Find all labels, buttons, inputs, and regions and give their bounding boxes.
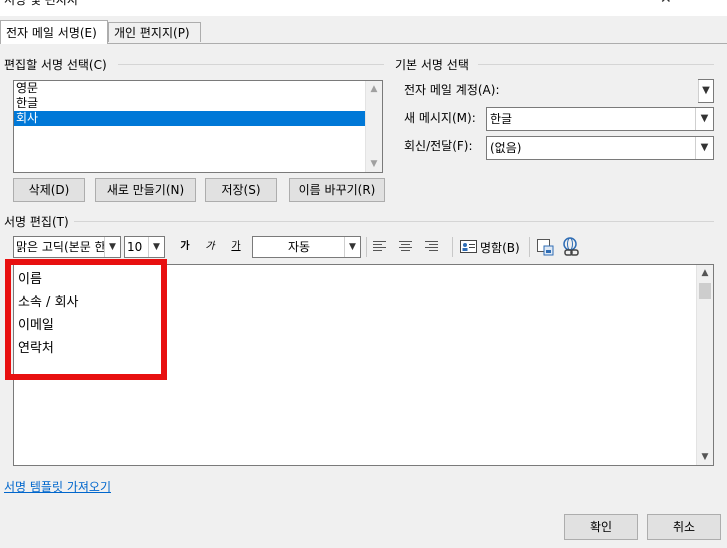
list-item[interactable]: 한글 xyxy=(14,96,382,111)
business-card-icon xyxy=(460,240,477,253)
scroll-up-icon[interactable]: ▲ xyxy=(697,265,713,281)
signature-templates-link[interactable]: 서명 템플릿 가져오기 xyxy=(4,478,111,495)
scroll-thumb[interactable] xyxy=(699,283,711,299)
italic-button[interactable]: 가 xyxy=(201,237,219,257)
replies-label: 회신/전달(F): xyxy=(404,139,473,153)
new-messages-select[interactable]: 한글 ▼ xyxy=(486,107,714,131)
bold-button[interactable]: 가 xyxy=(176,237,194,257)
editor-scrollbar[interactable]: ▲ ▼ xyxy=(696,265,713,465)
font-size-value: 10 xyxy=(127,240,143,254)
toolbar-divider xyxy=(366,237,367,257)
delete-button[interactable]: 삭제(D) xyxy=(13,178,85,202)
tab-personal-stationery-label: 개인 편지지(P) xyxy=(114,26,190,40)
tab-email-signature-label: 전자 메일 서명(E) xyxy=(6,26,97,40)
window-title: 서명 및 편지지 xyxy=(4,0,78,7)
scroll-down-icon[interactable]: ▼ xyxy=(366,156,382,172)
edit-group-separator xyxy=(118,64,384,65)
align-left-icon[interactable] xyxy=(372,240,387,252)
toolbar-divider xyxy=(529,237,530,257)
edit-group-label: 편집할 서명 선택(C) xyxy=(4,56,111,73)
chevron-down-icon[interactable]: ▼ xyxy=(104,237,120,257)
account-select[interactable]: ▼ xyxy=(698,79,714,103)
font-value: 맑은 고딕(본문 한 xyxy=(16,240,106,254)
new-button[interactable]: 새로 만들기(N) xyxy=(95,178,196,202)
cancel-button[interactable]: 취소 xyxy=(647,514,721,540)
align-center-icon[interactable] xyxy=(398,240,413,252)
title-bar xyxy=(0,0,727,16)
tab-email-signature[interactable]: 전자 메일 서명(E) xyxy=(0,20,108,44)
list-item[interactable]: 영문 xyxy=(14,81,382,96)
underline-button[interactable]: 가 xyxy=(227,237,245,257)
chevron-down-icon[interactable]: ▼ xyxy=(148,237,164,257)
scroll-down-icon[interactable]: ▼ xyxy=(697,449,713,465)
chevron-down-icon[interactable]: ▼ xyxy=(344,237,360,257)
replies-value: (없음) xyxy=(490,141,522,155)
highlight-box xyxy=(5,259,167,380)
editor-group-label: 서명 편집(T) xyxy=(4,213,73,230)
scroll-up-icon[interactable]: ▲ xyxy=(366,81,382,97)
ok-button[interactable]: 확인 xyxy=(564,514,638,540)
signature-list[interactable]: 영문 한글 회사 ▲ ▼ xyxy=(13,80,383,173)
hyperlink-icon[interactable] xyxy=(561,237,581,257)
chevron-down-icon[interactable]: ▼ xyxy=(695,108,713,130)
insert-picture-icon[interactable] xyxy=(536,238,554,256)
chevron-down-icon[interactable]: ▼ xyxy=(698,80,713,102)
editor-group-separator xyxy=(74,221,714,222)
close-icon[interactable]: ✕ xyxy=(660,0,672,7)
default-group-label: 기본 서명 선택 xyxy=(395,56,473,73)
list-item-selected[interactable]: 회사 xyxy=(14,111,368,126)
new-messages-value: 한글 xyxy=(490,112,513,126)
account-label: 전자 메일 계정(A): xyxy=(404,83,500,97)
font-color-select[interactable]: 자동 ▼ xyxy=(252,236,361,258)
business-card-label: 명함(B) xyxy=(480,241,520,255)
chevron-down-icon[interactable]: ▼ xyxy=(695,137,713,159)
save-button[interactable]: 저장(S) xyxy=(205,178,277,202)
default-group-separator xyxy=(478,64,714,65)
business-card-button[interactable]: 명함(B) xyxy=(460,236,522,258)
font-size-select[interactable]: 10 ▼ xyxy=(124,236,165,258)
toolbar-divider xyxy=(452,237,453,257)
font-select[interactable]: 맑은 고딕(본문 한 ▼ xyxy=(13,236,121,258)
rename-button[interactable]: 이름 바꾸기(R) xyxy=(289,178,385,202)
font-color-value: 자동 xyxy=(287,240,311,254)
new-messages-label: 새 메시지(M): xyxy=(404,111,476,125)
align-right-icon[interactable] xyxy=(424,240,439,252)
list-scrollbar[interactable]: ▲ ▼ xyxy=(365,81,382,172)
replies-select[interactable]: (없음) ▼ xyxy=(486,136,714,160)
tab-personal-stationery[interactable]: 개인 편지지(P) xyxy=(108,22,201,42)
